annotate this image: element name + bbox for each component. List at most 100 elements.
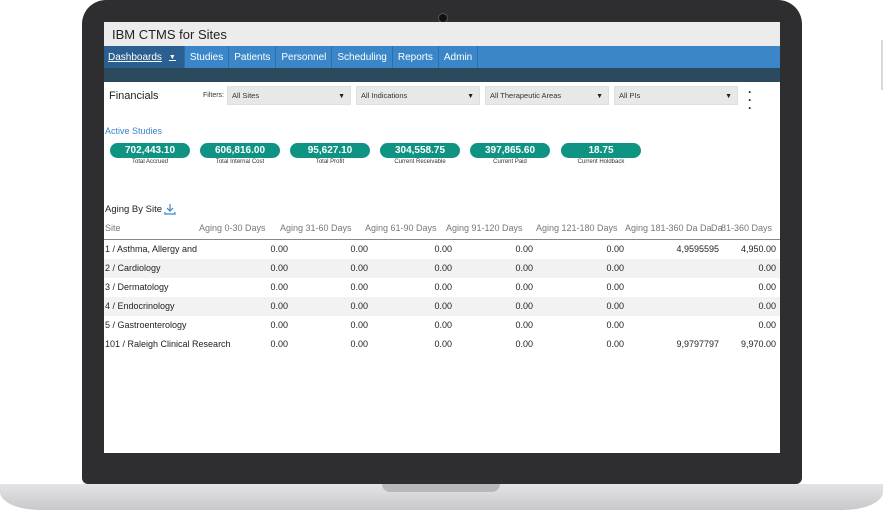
value-cell: 0.00 (606, 320, 624, 330)
nav-scheduling[interactable]: Scheduling (332, 46, 393, 68)
kpi-label: Total Internal Cost (215, 159, 265, 165)
value-cell: 0.00 (434, 301, 452, 311)
value-cell: 0.00 (606, 339, 624, 349)
nav-patients[interactable]: Patients (229, 46, 277, 68)
value-cell: 0.00 (434, 339, 452, 349)
kpi-label: Total Profit (315, 159, 345, 165)
col-aging-91-120[interactable]: Aging 91-120 Days (446, 223, 523, 233)
laptop-base-notch (382, 484, 500, 492)
kpi-value: 304,558.75 (380, 143, 460, 158)
kpi-value: 702,443.10 (110, 143, 190, 158)
value-cell: 0.00 (606, 244, 624, 254)
aging-table: Site Aging 0-30 Days Aging 31-60 Days Ag… (104, 220, 780, 354)
col-header-overlap: Da (700, 223, 712, 233)
value-cell: 0.00 (270, 263, 288, 273)
filters-label: Filters: (203, 92, 224, 99)
value-cell: 0.00 (606, 282, 624, 292)
value-cell: 0.00 (434, 282, 452, 292)
value-cell: 0.00 (515, 263, 533, 273)
table-row[interactable]: 3 / Dermatology 0.00 0.00 0.00 0.00 0.00… (104, 278, 780, 297)
table-row[interactable]: 1 / Asthma, Allergy and 0.00 0.00 0.00 0… (104, 240, 780, 259)
filter-bar: Financials Filters: All Sites ▼ All Indi… (104, 82, 780, 114)
caret-down-icon: ▼ (725, 93, 732, 100)
nav-personnel[interactable]: Personnel (276, 46, 333, 68)
value-cell: 0.00 (606, 301, 624, 311)
main-nav: Dashboards ▼ Studies Patients Personnel … (104, 46, 780, 68)
indication-filter-select[interactable]: All Indications ▼ (356, 86, 480, 105)
more-options-icon[interactable]: · · · (748, 86, 752, 114)
value-cell: 9,970.00 (740, 339, 776, 349)
table-row[interactable]: 101 / Raleigh Clinical Research 0.00 0.0… (104, 335, 780, 354)
value-cell: 0.00 (350, 244, 368, 254)
value-cell: 0.00 (758, 263, 776, 273)
kpi-value: 18.75 (561, 143, 641, 158)
value-cell: 0.00 (350, 320, 368, 330)
caret-down-icon: ▼ (596, 93, 603, 100)
value-cell: 0.00 (270, 339, 288, 349)
value-cell: 4,950.00 (740, 244, 776, 254)
value-cell: 0.00 (434, 263, 452, 273)
nav-dashboards[interactable]: Dashboards ▼ (104, 46, 185, 68)
value-cell: 4,9595595 (676, 244, 719, 254)
value-cell: 0.00 (606, 263, 624, 273)
kpi-label: Current Holdback (577, 159, 625, 165)
table-row[interactable]: 2 / Cardiology 0.00 0.00 0.00 0.00 0.00 … (104, 259, 780, 278)
value-cell: 0.00 (270, 301, 288, 311)
value-cell: 0.00 (515, 301, 533, 311)
value-cell: 0.00 (758, 282, 776, 292)
nav-admin[interactable]: Admin (439, 46, 479, 68)
kpi-total-profit: 95,627.10 Total Profit (290, 143, 370, 165)
aging-by-site-title: Aging By Site (105, 204, 163, 215)
col-aging-121-180[interactable]: Aging 121-180 Days (536, 223, 618, 233)
kpi-label: Current Paid (493, 159, 527, 165)
indication-filter-value: All Indications (361, 91, 408, 100)
site-cell: 1 / Asthma, Allergy and (105, 244, 197, 254)
value-cell: 0.00 (350, 339, 368, 349)
col-site[interactable]: Site (105, 223, 121, 233)
value-cell: 9,9797797 (676, 339, 719, 349)
table-header: Site Aging 0-30 Days Aging 31-60 Days Ag… (104, 220, 780, 240)
site-filter-select[interactable]: All Sites ▼ (227, 86, 351, 105)
kpi-value: 95,627.10 (290, 143, 370, 158)
value-cell: 0.00 (758, 301, 776, 311)
site-cell: 2 / Cardiology (105, 263, 161, 273)
nav-dashboards-label: Dashboards (108, 51, 162, 63)
kpi-value: 606,816.00 (200, 143, 280, 158)
value-cell: 0.00 (270, 320, 288, 330)
site-filter-value: All Sites (232, 91, 260, 100)
therapeutic-area-filter-value: All Therapeutic Areas (490, 91, 562, 100)
col-aging-181-360-b[interactable]: 81-360 Days (721, 223, 772, 233)
value-cell: 0.00 (434, 320, 452, 330)
download-icon[interactable] (164, 203, 176, 215)
kpi-total-accrued: 702,443.10 Total Accrued (110, 143, 190, 165)
col-aging-0-30[interactable]: Aging 0-30 Days (199, 223, 266, 233)
value-cell: 0.00 (515, 339, 533, 349)
app-title: IBM CTMS for Sites (104, 22, 780, 46)
sub-navbar (104, 68, 780, 82)
table-row[interactable]: 5 / Gastroenterology 0.00 0.00 0.00 0.00… (104, 316, 780, 335)
kpi-value: 397,865.60 (470, 143, 550, 158)
kpi-current-paid: 397,865.60 Current Paid (470, 143, 550, 165)
kpi-total-internal-cost: 606,816.00 Total Internal Cost (200, 143, 280, 165)
active-studies-link[interactable]: Active Studies (105, 126, 162, 136)
col-aging-181-360[interactable]: Aging 181-360 Da (625, 223, 698, 233)
caret-down-icon: ▼ (338, 93, 345, 100)
value-cell: 0.00 (758, 320, 776, 330)
table-row[interactable]: 4 / Endocrinology 0.00 0.00 0.00 0.00 0.… (104, 297, 780, 316)
value-cell: 0.00 (434, 244, 452, 254)
value-cell: 0.00 (350, 263, 368, 273)
pi-filter-value: All PIs (619, 91, 641, 100)
pi-filter-select[interactable]: All PIs ▼ (614, 86, 738, 105)
value-cell: 0.00 (350, 301, 368, 311)
kpi-current-holdback: 18.75 Current Holdback (561, 143, 641, 165)
value-cell: 0.00 (515, 282, 533, 292)
col-aging-31-60[interactable]: Aging 31-60 Days (280, 223, 352, 233)
nav-reports[interactable]: Reports (393, 46, 439, 68)
value-cell: 0.00 (350, 282, 368, 292)
page-title: Financials (109, 90, 159, 102)
site-cell: 3 / Dermatology (105, 282, 169, 292)
col-aging-61-90[interactable]: Aging 61-90 Days (365, 223, 437, 233)
therapeutic-area-filter-select[interactable]: All Therapeutic Areas ▼ (485, 86, 609, 105)
nav-studies[interactable]: Studies (185, 46, 230, 68)
kpi-current-receivable: 304,558.75 Current Receivable (380, 143, 460, 165)
